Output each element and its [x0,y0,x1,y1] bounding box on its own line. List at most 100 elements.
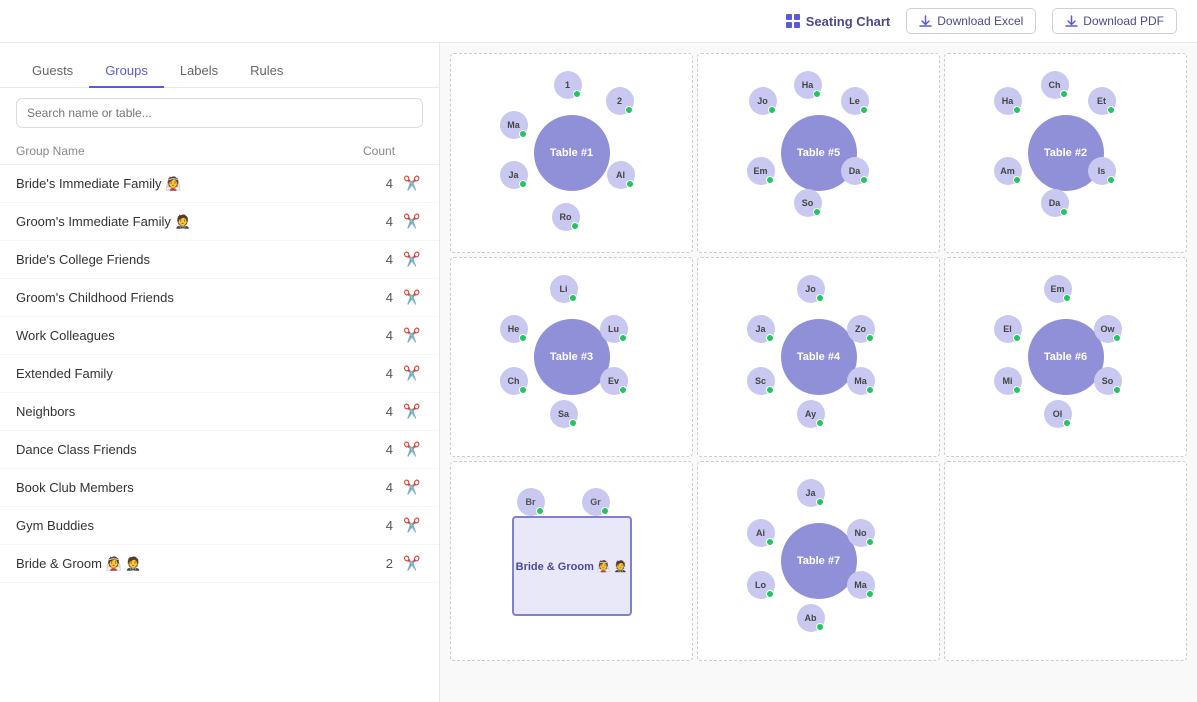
tag-icon: ✂️ [403,175,423,192]
table-label: Table #1 [534,115,610,191]
group-row[interactable]: Groom's Childhood Friends 4 ✂️ [0,279,439,317]
table-cell: Table #7JaAiNoLoMaAb [697,461,940,661]
group-name: Neighbors [16,404,343,419]
group-row[interactable]: Gym Buddies 4 ✂️ [0,507,439,545]
group-name: Book Club Members [16,480,343,495]
group-list: Bride's Immediate Family 👰 4 ✂️ Groom's … [0,165,439,702]
seat: Ay [797,400,825,428]
group-count: 4 [343,518,403,533]
group-name: Extended Family [16,366,343,381]
seat: Le [841,87,869,115]
table-cell [944,461,1187,661]
table-diagram: Table #112MaJaAlRo [492,71,652,236]
group-name: Gym Buddies [16,518,343,533]
seat: Al [607,161,635,189]
download-excel-icon [919,15,932,28]
seat: No [847,519,875,547]
download-excel-button[interactable]: Download Excel [906,8,1036,34]
seat: Ma [500,111,528,139]
group-row[interactable]: Neighbors 4 ✂️ [0,393,439,431]
seat: Et [1088,87,1116,115]
header: Seating Chart Download Excel Download PD… [0,0,1197,43]
seat: Sa [550,400,578,428]
table-cell: Table #2ChEtHaAmIsDa [944,53,1187,253]
table-header: Group Name Count [0,138,439,165]
table-cell: BrGrBride & Groom 👰 🤵 [450,461,693,661]
table-cell: Table #5HaJoLeEmDaSo [697,53,940,253]
grid-icon [785,13,801,29]
tag-icon: ✂️ [403,441,423,458]
bride-groom-table: Bride & Groom 👰 🤵 [512,516,632,616]
table-label: Table #7 [781,523,857,599]
col-group-name: Group Name [16,144,363,158]
group-count: 2 [343,556,403,571]
group-count: 4 [343,176,403,191]
seat: Ch [500,367,528,395]
seat: Ch [1041,71,1069,99]
seat: Ma [847,367,875,395]
table-diagram: Table #5HaJoLeEmDaSo [739,71,899,236]
table-diagram: Table #6EmElOwMiSoOl [986,275,1146,440]
group-count: 4 [343,252,403,267]
seat: Zo [847,315,875,343]
tab-rules[interactable]: Rules [234,55,299,88]
group-row[interactable]: Extended Family 4 ✂️ [0,355,439,393]
seat: Ha [994,87,1022,115]
seat: Jo [797,275,825,303]
group-row[interactable]: Work Colleagues 4 ✂️ [0,317,439,355]
sidebar: Guests Groups Labels Rules Group Name Co… [0,43,440,702]
tab-groups[interactable]: Groups [89,55,164,88]
group-row[interactable]: Bride's College Friends 4 ✂️ [0,241,439,279]
tag-icon: ✂️ [403,555,423,572]
seat: Da [1041,189,1069,217]
canvas-grid: Table #112MaJaAlRoTable #5HaJoLeEmDaSoTa… [450,53,1187,661]
seat: So [1094,367,1122,395]
seat: Ev [600,367,628,395]
seat: Lu [600,315,628,343]
table-diagram: Table #7JaAiNoLoMaAb [739,479,899,644]
group-count: 4 [343,480,403,495]
table-label: Table #3 [534,319,610,395]
table-diagram: Table #4JoJaZoScMaAy [739,275,899,440]
group-name: Bride's Immediate Family 👰 [16,176,343,192]
tab-labels[interactable]: Labels [164,55,234,88]
seat: 1 [554,71,582,99]
table-cell: Table #112MaJaAlRo [450,53,693,253]
group-name: Dance Class Friends [16,442,343,457]
col-count: Count [363,144,423,158]
seat: Am [994,157,1022,185]
tag-icon: ✂️ [403,327,423,344]
tab-guests[interactable]: Guests [16,55,89,88]
group-count: 4 [343,442,403,457]
seat: So [794,189,822,217]
group-row[interactable]: Bride & Groom 👰 🤵 2 ✂️ [0,545,439,583]
table-cell: Table #4JoJaZoScMaAy [697,257,940,457]
seating-chart-label: Seating Chart [806,14,891,29]
group-count: 4 [343,328,403,343]
seat: Ow [1094,315,1122,343]
seat: El [994,315,1022,343]
seating-chart-button[interactable]: Seating Chart [785,13,891,29]
group-name: Groom's Childhood Friends [16,290,343,305]
seat: Br [517,488,545,516]
tag-icon: ✂️ [403,517,423,534]
group-name: Work Colleagues [16,328,343,343]
seat: Ai [747,519,775,547]
table-label: Table #6 [1028,319,1104,395]
seat: Mi [994,367,1022,395]
download-pdf-label: Download PDF [1083,14,1164,28]
search-input[interactable] [16,98,423,128]
seat: Is [1088,157,1116,185]
group-row[interactable]: Dance Class Friends 4 ✂️ [0,431,439,469]
seat: Em [1044,275,1072,303]
download-pdf-button[interactable]: Download PDF [1052,8,1177,34]
seat: Ab [797,604,825,632]
group-count: 4 [343,366,403,381]
seat: Ma [847,571,875,599]
download-excel-label: Download Excel [937,14,1023,28]
main-content: Guests Groups Labels Rules Group Name Co… [0,43,1197,702]
group-row[interactable]: Bride's Immediate Family 👰 4 ✂️ [0,165,439,203]
group-row[interactable]: Groom's Immediate Family 🤵 4 ✂️ [0,203,439,241]
group-row[interactable]: Book Club Members 4 ✂️ [0,469,439,507]
tag-icon: ✂️ [403,479,423,496]
